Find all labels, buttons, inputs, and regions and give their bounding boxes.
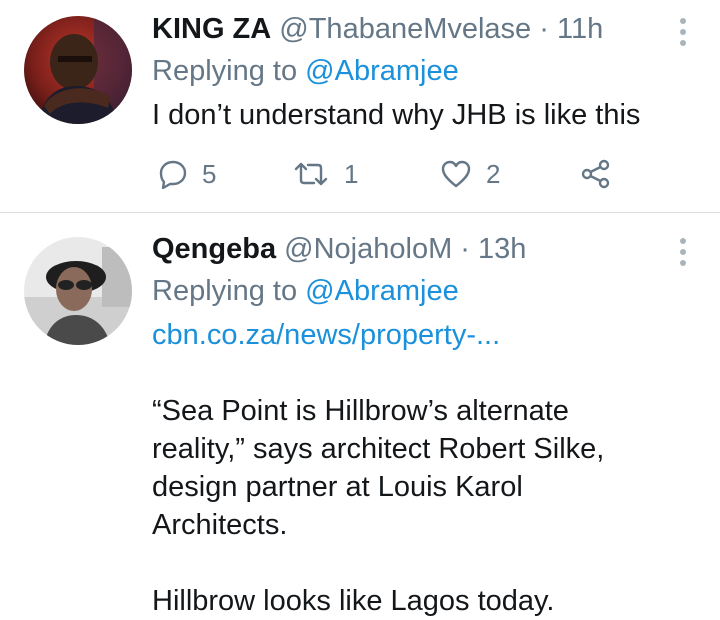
share-icon bbox=[581, 159, 610, 189]
user-handle[interactable]: @ThabaneMvelase bbox=[279, 13, 531, 45]
tweet-king-za[interactable]: KING ZA @ThabaneMvelase · 11h Replying t… bbox=[0, 0, 720, 212]
retweet-count: 1 bbox=[344, 158, 359, 189]
tweet-header: Qengeba @NojaholoM · 13h bbox=[152, 230, 660, 268]
reply-icon bbox=[159, 160, 187, 189]
tweet-content: Qengeba @NojaholoM · 13h Replying to @Ab… bbox=[152, 230, 660, 620]
retweet-icon bbox=[294, 162, 328, 186]
separator: · bbox=[460, 233, 470, 265]
retweet-button[interactable]: 1 bbox=[292, 154, 358, 194]
tweet-text: I don’t understand why JHB is like this bbox=[152, 99, 641, 131]
more-icon[interactable] bbox=[680, 238, 688, 271]
replying-to: Replying to @Abramjee bbox=[152, 52, 660, 90]
tweet-content: KING ZA @ThabaneMvelase · 11h Replying t… bbox=[152, 10, 660, 134]
mention-link[interactable]: @Abramjee bbox=[305, 55, 459, 87]
like-count: 2 bbox=[486, 158, 501, 189]
timestamp[interactable]: 11h bbox=[557, 13, 603, 45]
tweet-paragraph: Hillbrow looks like Lagos today. bbox=[152, 585, 555, 617]
reply-button[interactable]: 5 bbox=[158, 154, 216, 194]
replying-to: Replying to @Abramjee bbox=[152, 272, 660, 310]
more-icon[interactable] bbox=[680, 18, 688, 51]
like-icon bbox=[441, 160, 471, 188]
article-link[interactable]: cbn.co.za/news/property-... bbox=[152, 316, 660, 354]
replying-prefix: Replying to bbox=[152, 275, 298, 307]
mention-link[interactable]: @Abramjee bbox=[305, 275, 459, 307]
timestamp[interactable]: 13h bbox=[478, 233, 526, 265]
display-name[interactable]: Qengeba bbox=[152, 233, 276, 265]
display-name[interactable]: KING ZA bbox=[152, 13, 271, 45]
tweet-actions: 5 1 2 bbox=[152, 154, 632, 194]
tweet-header: KING ZA @ThabaneMvelase · 11h bbox=[152, 10, 660, 48]
tweet-paragraph: “Sea Point is Hillbrow’s alternate reali… bbox=[152, 395, 605, 541]
avatar[interactable] bbox=[24, 16, 132, 124]
replying-prefix: Replying to bbox=[152, 55, 298, 87]
share-button[interactable] bbox=[580, 154, 612, 194]
avatar[interactable] bbox=[24, 237, 132, 345]
user-handle[interactable]: @NojaholoM bbox=[284, 233, 452, 265]
like-button[interactable]: 2 bbox=[440, 154, 500, 194]
separator: · bbox=[539, 13, 549, 45]
reply-count: 5 bbox=[202, 158, 217, 189]
